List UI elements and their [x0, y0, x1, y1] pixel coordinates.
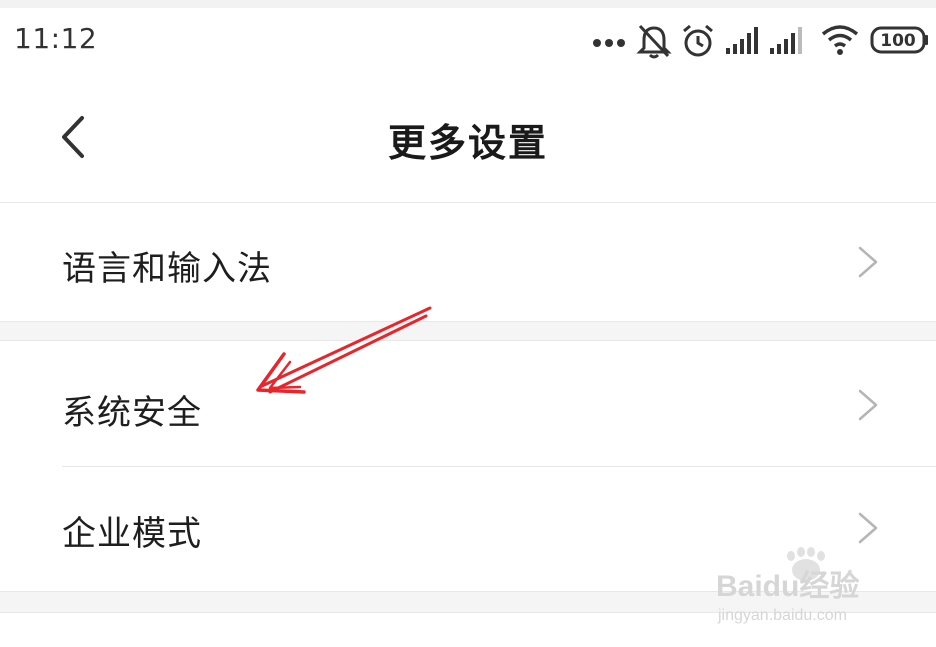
- setting-label: 系统安全: [62, 393, 202, 433]
- chevron-right-icon: [858, 512, 878, 544]
- signal-icon: [726, 27, 758, 54]
- chevron-right-icon: [858, 246, 878, 278]
- page-header: 更多设置: [0, 74, 936, 202]
- chevron-right-icon: [858, 389, 878, 421]
- settings-group-2: 系统安全 企业模式: [0, 340, 936, 592]
- settings-group-3: [0, 612, 936, 647]
- battery-level: 100: [880, 31, 916, 51]
- setting-language-input[interactable]: 语言和输入法: [0, 203, 936, 321]
- more-dots-icon: [593, 39, 625, 47]
- setting-label: 语言和输入法: [62, 249, 272, 289]
- setting-label: 企业模式: [62, 514, 202, 554]
- setting-enterprise-mode[interactable]: 企业模式: [0, 466, 936, 591]
- wifi-icon: [821, 25, 859, 55]
- mute-icon: [636, 24, 672, 59]
- status-time: 11:12: [14, 22, 98, 55]
- status-icons: 100: [576, 8, 936, 74]
- battery-icon: 100: [870, 26, 928, 54]
- alarm-icon: [683, 24, 713, 57]
- top-strip: [0, 0, 936, 8]
- setting-system-security[interactable]: 系统安全: [0, 341, 936, 466]
- status-bar: 11:12 100: [0, 8, 936, 74]
- signal-icon: [770, 27, 802, 54]
- settings-group-1: 语言和输入法: [0, 202, 936, 322]
- page-title: 更多设置: [387, 121, 548, 165]
